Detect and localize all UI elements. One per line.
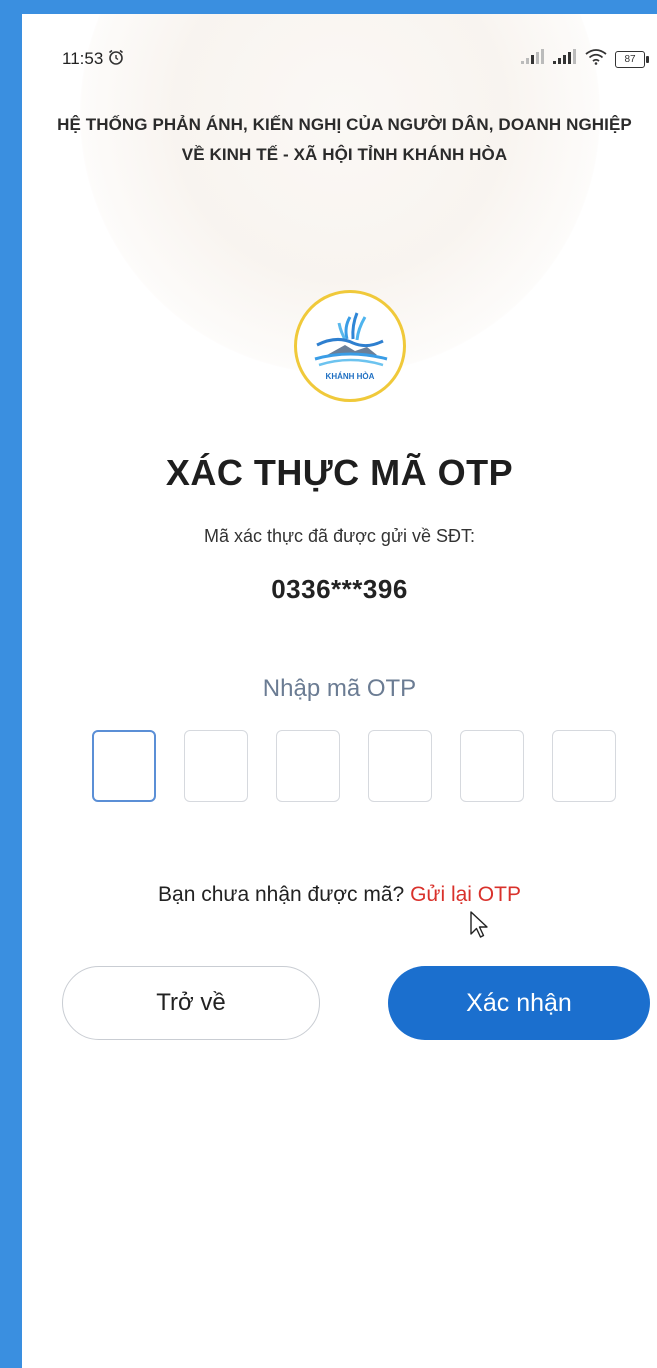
header-title-line1: HỆ THỐNG PHẢN ÁNH, KIẾN NGHỊ CỦA NGƯỜI D… bbox=[57, 115, 632, 134]
page-header: HỆ THỐNG PHẢN ÁNH, KIẾN NGHỊ CỦA NGƯỜI D… bbox=[42, 110, 647, 170]
status-time: 11:53 bbox=[62, 49, 104, 68]
header-title-line2: VỀ KINH TẾ - XÃ HỘI TỈNH KHÁNH HÒA bbox=[181, 145, 508, 164]
wifi-icon bbox=[585, 48, 607, 70]
resend-prompt: Bạn chưa nhận được mã? bbox=[158, 883, 405, 906]
battery-indicator: 87 bbox=[615, 50, 649, 68]
status-bar: 11:53 87 bbox=[62, 44, 649, 74]
khanh-hoa-logo: KHÁNH HÒA bbox=[294, 290, 406, 402]
page-title: XÁC THỰC MÃ OTP bbox=[165, 452, 514, 493]
mouse-pointer-icon bbox=[469, 910, 491, 940]
status-right: 87 bbox=[521, 48, 649, 70]
alarm-clock-icon bbox=[107, 48, 125, 71]
otp-digit-1[interactable] bbox=[92, 730, 156, 802]
otp-digit-3[interactable] bbox=[276, 730, 340, 802]
otp-input-group bbox=[92, 730, 620, 806]
resend-row: Bạn chưa nhận được mã? Gửi lại OTP bbox=[22, 883, 657, 907]
confirm-button[interactable]: Xác nhận bbox=[388, 966, 650, 1040]
otp-input-label: Nhập mã OTP bbox=[262, 675, 417, 702]
signal-strong-icon bbox=[553, 48, 577, 70]
status-left: 11:53 bbox=[62, 48, 125, 71]
otp-digit-4[interactable] bbox=[368, 730, 432, 802]
otp-sent-subtitle: Mã xác thực đã được gửi về SĐT: bbox=[203, 526, 476, 546]
signal-weak-icon bbox=[521, 48, 545, 70]
otp-digit-5[interactable] bbox=[460, 730, 524, 802]
otp-digit-6[interactable] bbox=[552, 730, 616, 802]
otp-digit-2[interactable] bbox=[184, 730, 248, 802]
logo-text: KHÁNH HÒA bbox=[326, 372, 375, 381]
app-screen: 11:53 87 HỆ THỐNG PHẢN ÁNH, KIẾN NGHỊ CỦ… bbox=[22, 14, 657, 1368]
resend-otp-link[interactable]: Gửi lại OTP bbox=[410, 883, 521, 906]
back-button[interactable]: Trở về bbox=[62, 966, 320, 1040]
masked-phone-number: 0336***396 bbox=[271, 574, 408, 604]
